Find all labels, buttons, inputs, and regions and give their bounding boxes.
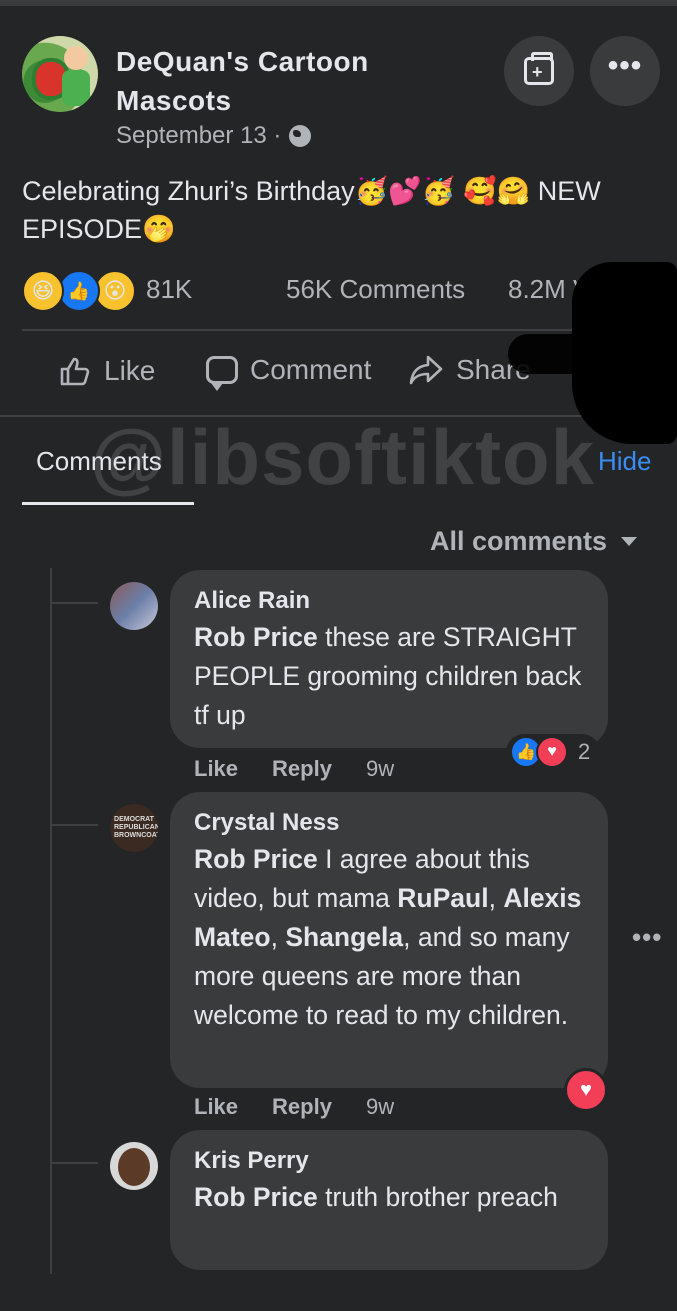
page-name[interactable]: DeQuan's Cartoon Mascots: [116, 42, 436, 120]
post-text: Celebrating Zhuri’s Birthday🥳💕🥳 🥰🤗 NEW E…: [22, 176, 601, 244]
page-avatar[interactable]: [22, 36, 98, 112]
comment-body: ,: [270, 922, 286, 952]
comment-filter-label: All comments: [430, 526, 608, 556]
comment-icon: [206, 356, 238, 391]
comment-text: Rob Price I agree about this video, but …: [194, 840, 584, 1035]
more-dots-icon: •••: [607, 49, 643, 82]
comment-actions: Like Reply 9w: [194, 756, 394, 782]
comment-bubble: Alice Rain Rob Price these are STRAIGHT …: [170, 570, 608, 748]
like-label: Like: [104, 355, 156, 386]
caret-down-icon: [621, 537, 638, 546]
comment-more-options[interactable]: •••: [632, 922, 662, 953]
comment-author[interactable]: Kris Perry: [194, 1146, 584, 1176]
post-meta: September 13 ·: [116, 122, 312, 150]
comment-like-button[interactable]: Like: [194, 756, 238, 782]
comment-time: 9w: [365, 1094, 395, 1119]
more-options-button[interactable]: •••: [590, 36, 660, 106]
mention-link[interactable]: Rob Price: [194, 844, 318, 874]
comment-actions: Like Reply 9w: [194, 1094, 394, 1120]
thread-line: [50, 568, 52, 1274]
redaction-scribble: [508, 334, 598, 374]
reaction-count: 2: [578, 739, 591, 764]
comments-count[interactable]: 56K Comments: [286, 274, 465, 305]
comment-text: Rob Price truth brother preach: [194, 1178, 584, 1217]
like-button[interactable]: Like: [58, 354, 155, 388]
comment-body: truth brother preach: [317, 1182, 558, 1212]
like-icon[interactable]: 👍: [58, 270, 100, 312]
mascot-head-image: [64, 46, 88, 70]
face-image: [118, 1148, 150, 1186]
thumbs-up-icon: [60, 357, 90, 386]
comment-body: ,: [488, 883, 504, 913]
thread-branch: [50, 602, 98, 604]
thread-branch: [50, 1162, 98, 1164]
mention-link[interactable]: Rob Price: [194, 1182, 318, 1212]
avatar-text: DEMOCRAT REPUBLICAN BROWNCOAT: [114, 816, 158, 839]
divider: [22, 329, 662, 331]
globe-icon: [289, 125, 312, 147]
comment-text: Rob Price these are STRAIGHT PEOPLE groo…: [194, 618, 584, 735]
top-divider: [0, 0, 677, 6]
comment-reactions[interactable]: 👍 ♥ 2: [506, 734, 601, 770]
hide-comments-link[interactable]: Hide: [598, 446, 651, 477]
comment-button[interactable]: Comment: [206, 354, 372, 391]
reactions-count[interactable]: 81K: [146, 274, 192, 305]
share-arrow-icon: [409, 355, 443, 385]
mascot-body-image: [62, 70, 90, 106]
comment-author[interactable]: Crystal Ness: [194, 808, 584, 838]
heart-icon[interactable]: ♥: [564, 1068, 608, 1112]
comment-reply-button[interactable]: Reply: [272, 756, 332, 782]
comment-reply-button[interactable]: Reply: [272, 1094, 332, 1120]
comment-filter-dropdown[interactable]: All comments: [430, 526, 638, 557]
mention-link[interactable]: Shangela: [285, 922, 403, 952]
bookmark-add-icon: +: [524, 52, 554, 85]
comment-bubble: Crystal Ness Rob Price I agree about thi…: [170, 792, 608, 1088]
avatar[interactable]: DEMOCRAT REPUBLICAN BROWNCOAT: [110, 804, 158, 852]
comment-like-button[interactable]: Like: [194, 1094, 238, 1120]
save-post-button[interactable]: +: [504, 36, 574, 106]
mention-link[interactable]: RuPaul: [397, 883, 488, 913]
comment-label: Comment: [250, 354, 372, 385]
heart-icon: ♥: [536, 736, 568, 768]
mention-link[interactable]: Rob Price: [194, 622, 318, 652]
thread-branch: [50, 824, 98, 826]
comment-bubble: Kris Perry Rob Price truth brother preac…: [170, 1130, 608, 1270]
comment-author[interactable]: Alice Rain: [194, 586, 584, 616]
comment-time: 9w: [365, 756, 395, 781]
haha-emoji[interactable]: 😆: [22, 270, 64, 312]
avatar[interactable]: [110, 1142, 158, 1190]
avatar[interactable]: [110, 582, 158, 630]
post-date: September 13 ·: [116, 122, 282, 149]
watermark: @libsoftiktok: [90, 413, 596, 501]
wow-emoji[interactable]: 😮: [94, 270, 136, 312]
